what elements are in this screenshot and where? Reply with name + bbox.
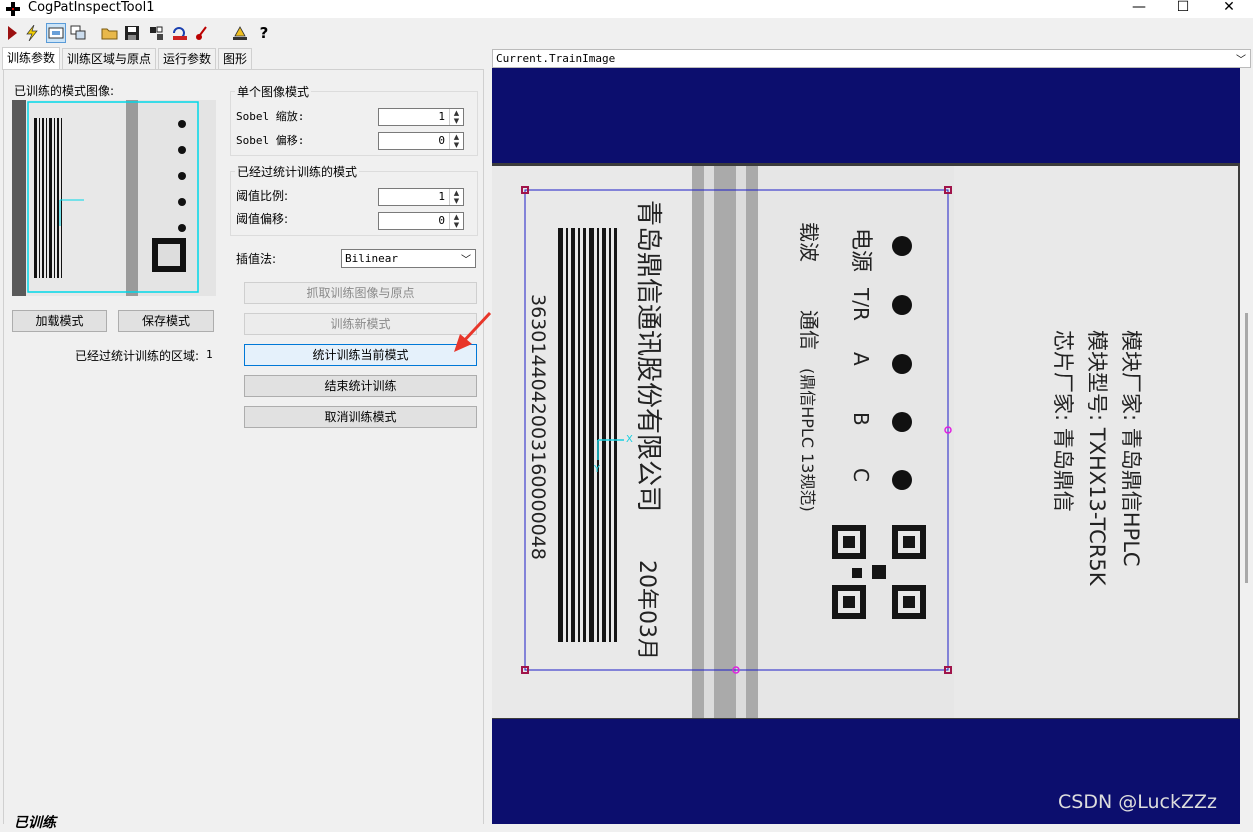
label-led-3: B <box>849 412 873 426</box>
trained-image-label: 已训练的模式图像: <box>14 84 115 98</box>
label-serial: 3630144042003160000048 <box>527 294 549 560</box>
sobel-scale-spinbox[interactable]: 1 ▲ ▼ <box>378 108 464 126</box>
spin-arrows-icon[interactable]: ▲ ▼ <box>449 133 463 149</box>
sobel-offset-spinbox[interactable]: 0 ▲ ▼ <box>378 132 464 150</box>
label-date: 20年03月 <box>634 560 659 660</box>
label-sub-1: 通信 <box>797 310 821 350</box>
grab-train-image-button[interactable]: 抓取训练图像与原点 <box>244 282 477 304</box>
sobel-scale-label: Sobel 缩放: <box>236 110 305 123</box>
y-axis-label: Y <box>593 464 601 475</box>
stat-region-value: 1 <box>206 348 213 361</box>
open-icon[interactable] <box>100 23 120 43</box>
save-icon[interactable] <box>122 23 142 43</box>
run-icon[interactable] <box>2 23 22 43</box>
flash-icon[interactable] <box>22 23 42 43</box>
annotation-arrow-icon <box>454 311 492 352</box>
stat-region-label: 已经过统计训练的区域: <box>75 349 200 363</box>
tab-train-region[interactable]: 训练区域与原点 <box>62 48 157 69</box>
image-selector[interactable]: Current.TrainImage ﹀ <box>492 49 1251 68</box>
label-module-vendor: 模块厂家: 青岛鼎信HPLC <box>1119 330 1143 567</box>
title-bar: CogPatInspectTool1 — ☐ ✕ <box>0 0 1253 18</box>
display-icon[interactable] <box>46 23 66 43</box>
maximize-button[interactable]: ☐ <box>1160 0 1206 18</box>
tab-graphics[interactable]: 图形 <box>218 48 253 69</box>
load-pattern-button[interactable]: 加载模式 <box>12 310 107 332</box>
interp-label: 插值法: <box>236 252 277 266</box>
label-led-2: A <box>849 352 873 366</box>
viewer-scrollbar[interactable] <box>1240 68 1253 824</box>
toolbar: ? <box>0 18 1253 48</box>
app-icon <box>6 2 20 16</box>
interp-select[interactable]: Bilinear ﹀ <box>341 249 476 268</box>
label-led-1: T/R <box>849 287 873 321</box>
label-company: 青岛鼎信通讯股份有限公司 <box>633 200 663 512</box>
train-status-text: 已训练 <box>14 815 56 831</box>
label-sub-2: (鼎信HPLC 13规范) <box>798 368 817 512</box>
help-icon[interactable]: ? <box>254 23 274 43</box>
window-title: CogPatInspectTool1 <box>28 0 155 15</box>
cancel-train-button[interactable]: 取消训练模式 <box>244 406 477 428</box>
threshold-ratio-label: 阈值比例: <box>236 189 289 203</box>
label-module-model: 模块型号: TXHX13-TCR5K <box>1085 330 1109 587</box>
trained-pattern-thumbnail <box>12 100 216 296</box>
chevron-down-icon: ﹀ <box>1236 55 1246 66</box>
image-display[interactable]: X Y 青岛鼎信通讯股份有限公司 3630144042003160000048 … <box>492 68 1251 824</box>
train-icon[interactable] <box>192 23 212 43</box>
threshold-offset-label: 阈值偏移: <box>236 212 289 226</box>
watermark-text: CSDN @LuckZZz <box>1058 791 1217 813</box>
tab-train-params[interactable]: 训练参数 <box>2 47 61 70</box>
single-image-group-title: 单个图像模式 <box>235 83 312 100</box>
threshold-ratio-spinbox[interactable]: 1 ▲ ▼ <box>378 188 464 206</box>
close-button[interactable]: ✕ <box>1206 0 1252 18</box>
label-chip-vendor: 芯片厂家: 青岛鼎信 <box>1051 330 1075 512</box>
label-led-0: 电源 <box>848 228 873 272</box>
spin-arrows-icon[interactable]: ▲ ▼ <box>449 109 463 125</box>
label-led-4: C <box>849 468 873 482</box>
spin-arrows-icon[interactable]: ▲ ▼ <box>449 189 463 205</box>
sobel-offset-label: Sobel 偏移: <box>236 134 305 147</box>
spin-arrows-icon[interactable]: ▲ ▼ <box>449 213 463 229</box>
end-stat-train-button[interactable]: 结束统计训练 <box>244 375 477 397</box>
settings-icon[interactable] <box>146 23 166 43</box>
save-pattern-button[interactable]: 保存模式 <box>118 310 214 332</box>
stat-train-current-button[interactable]: 统计训练当前模式 <box>244 344 477 366</box>
label-sub-0: 载波 <box>797 222 821 262</box>
format-icon[interactable] <box>230 23 250 43</box>
x-axis-label: X <box>626 434 633 445</box>
threshold-offset-spinbox[interactable]: 0 ▲ ▼ <box>378 212 464 230</box>
train-new-pattern-button[interactable]: 训练新模式 <box>244 313 477 335</box>
reset-icon[interactable] <box>170 23 190 43</box>
stat-trained-group-title: 已经过统计训练的模式 <box>235 163 360 180</box>
chevron-down-icon: ﹀ <box>461 255 471 266</box>
live-icon[interactable] <box>68 23 88 43</box>
minimize-button[interactable]: — <box>1116 0 1162 18</box>
tab-run-params[interactable]: 运行参数 <box>158 48 217 69</box>
